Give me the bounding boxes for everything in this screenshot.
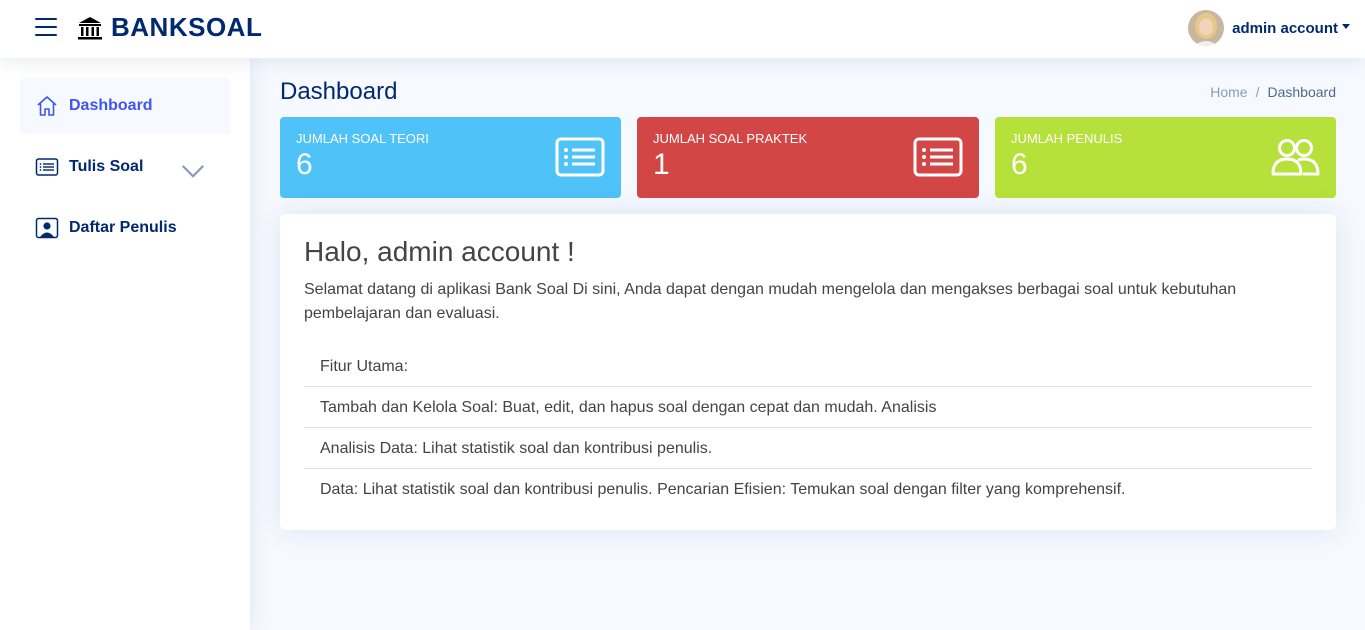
sidebar-item-daftar-penulis[interactable]: Daftar Penulis (20, 200, 230, 256)
breadcrumb: Home / Dashboard (1210, 84, 1336, 100)
avatar (1188, 10, 1225, 46)
welcome-intro: Selamat datang di aplikasi Bank Soal Di … (304, 281, 1237, 322)
sidebar-item-label: Daftar Penulis (69, 219, 177, 236)
sidebar: Dashboard Tulis Soal Daftar Penulis (0, 58, 250, 630)
page-title: Dashboard (280, 78, 398, 105)
people-icon (1271, 139, 1320, 176)
breadcrumb-separator: / (1255, 84, 1260, 100)
list-item: Analisis Data: Lihat statistik soal dan … (304, 428, 1312, 469)
list-item: Tambah dan Kelola Soal: Buat, edit, dan … (304, 387, 1312, 428)
app-logo[interactable]: BANKSOAL (77, 12, 262, 43)
list-icon (35, 158, 59, 176)
top-header: BANKSOAL admin account (0, 0, 1365, 58)
breadcrumb-current: Dashboard (1267, 84, 1337, 100)
features-list: Fitur Utama: Tambah dan Kelola Soal: Bua… (304, 346, 1312, 510)
list-item: Fitur Utama: (304, 346, 1312, 387)
profile-dropdown[interactable]: admin account (1188, 10, 1350, 46)
list-card-icon (913, 137, 963, 177)
caret-down-icon (1342, 23, 1350, 29)
list-item: Data: Lihat statistik soal dan kontribus… (320, 481, 1126, 498)
welcome-heading: Halo, admin account ! (304, 236, 575, 267)
bank-icon (78, 16, 102, 39)
stat-card-penulis: JUMLAH PENULIS 6 (995, 117, 1336, 198)
sidebar-item-label: Dashboard (69, 97, 153, 114)
breadcrumb-home[interactable]: Home (1210, 84, 1247, 100)
sidebar-item-dashboard[interactable]: Dashboard (20, 78, 230, 134)
sidebar-item-tulis-soal[interactable]: Tulis Soal (20, 139, 230, 195)
house-icon (37, 96, 57, 116)
chevron-down-icon (181, 165, 205, 178)
menu-toggle-icon[interactable] (35, 18, 57, 36)
stat-card-soal-teori: JUMLAH SOAL TEORI 6 (280, 117, 621, 198)
welcome-card: Halo, admin account ! Selamat datang di … (280, 214, 1336, 530)
logo-text: BANKSOAL (111, 12, 263, 42)
stat-card-soal-praktek: JUMLAH SOAL PRAKTEK 1 (637, 117, 979, 198)
sidebar-item-label: Tulis Soal (69, 158, 144, 175)
list-card-icon (555, 137, 605, 177)
profile-name: admin account (1232, 19, 1338, 37)
person-badge-icon (35, 217, 59, 239)
